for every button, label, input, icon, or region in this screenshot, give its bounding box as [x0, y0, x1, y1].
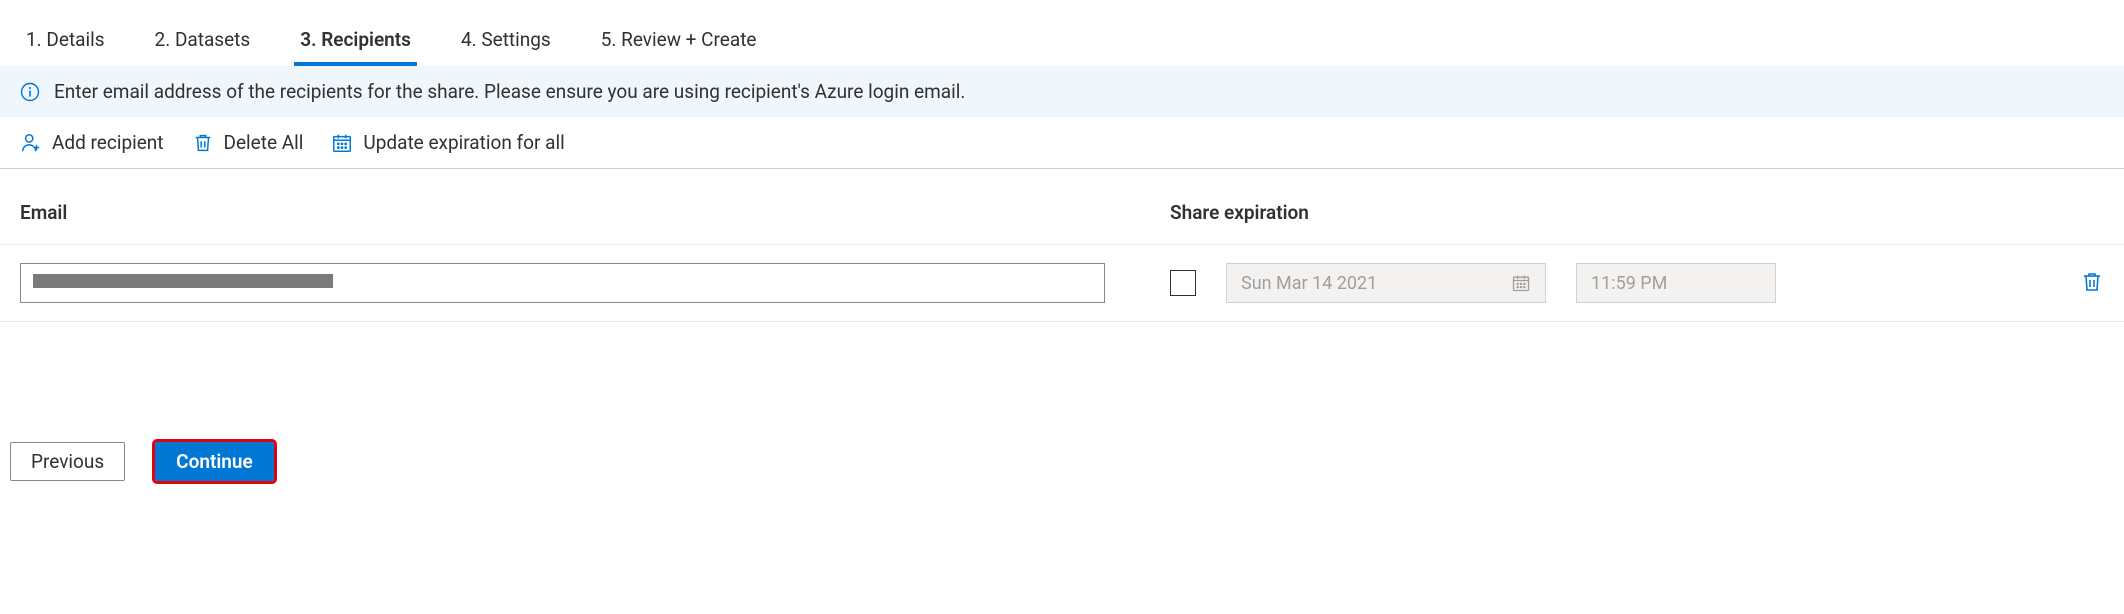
expiration-time-value: 11:59 PM: [1591, 273, 1667, 294]
column-header-expiration: Share expiration: [1170, 201, 1309, 224]
info-text: Enter email address of the recipients fo…: [54, 80, 965, 103]
expiration-time-field[interactable]: 11:59 PM: [1576, 263, 1776, 303]
trash-icon: [192, 132, 214, 154]
info-banner: Enter email address of the recipients fo…: [0, 66, 2124, 117]
recipient-row: Sun Mar 14 2021 11:59 PM: [0, 245, 2124, 322]
expiration-date-field[interactable]: Sun Mar 14 2021: [1226, 263, 1546, 303]
expiration-enable-checkbox[interactable]: [1170, 270, 1196, 296]
email-input[interactable]: [20, 263, 1105, 303]
add-recipient-label: Add recipient: [52, 131, 164, 154]
column-header-email: Email: [20, 201, 1170, 224]
add-recipient-button[interactable]: Add recipient: [20, 131, 164, 154]
info-icon: [20, 82, 40, 102]
delete-all-button[interactable]: Delete All: [192, 131, 304, 154]
update-expiration-label: Update expiration for all: [363, 131, 564, 154]
person-add-icon: [20, 132, 42, 154]
previous-button[interactable]: Previous: [10, 442, 125, 481]
tab-details[interactable]: 1. Details: [20, 18, 111, 65]
recipients-table-header: Email Share expiration: [0, 169, 2124, 245]
calendar-picker-icon: [1511, 273, 1531, 293]
delete-all-label: Delete All: [224, 131, 304, 154]
trash-icon: [2080, 282, 2104, 297]
tab-review-create[interactable]: 5. Review + Create: [595, 18, 763, 65]
tab-settings[interactable]: 4. Settings: [455, 18, 557, 65]
continue-button[interactable]: Continue: [155, 442, 274, 481]
tab-recipients[interactable]: 3. Recipients: [294, 18, 417, 65]
calendar-icon: [331, 132, 353, 154]
delete-row-button[interactable]: [2080, 270, 2104, 297]
wizard-footer: Previous Continue: [0, 322, 2124, 501]
update-expiration-button[interactable]: Update expiration for all: [331, 131, 564, 154]
tab-datasets[interactable]: 2. Datasets: [149, 18, 257, 65]
wizard-tabs: 1. Details 2. Datasets 3. Recipients 4. …: [0, 0, 2124, 66]
recipients-toolbar: Add recipient Delete All Update e: [0, 117, 2124, 169]
obscured-email-value: [33, 274, 333, 288]
expiration-date-value: Sun Mar 14 2021: [1241, 273, 1377, 294]
